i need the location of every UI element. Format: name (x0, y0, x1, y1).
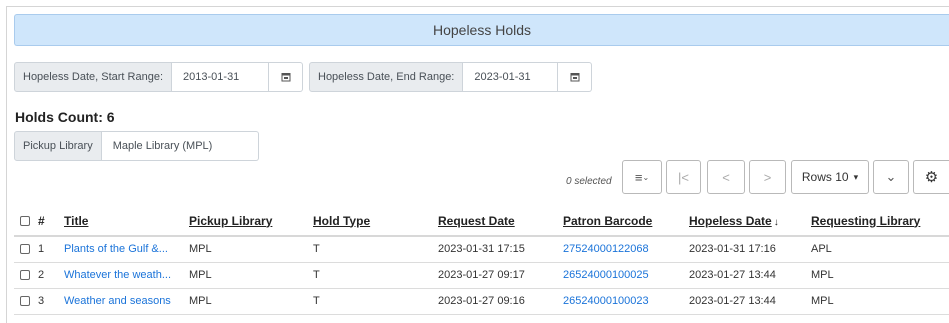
sort-list-icon: ≡ (634, 169, 643, 185)
column-header-title[interactable]: Title (60, 206, 185, 237)
title-text: Weather and seasons (64, 295, 171, 308)
selected-count: 0 selected (566, 176, 612, 187)
row-checkbox[interactable] (14, 236, 34, 263)
table-row: 2 Whatever the weath... MPL T 2023-01-27… (14, 262, 949, 289)
title-link[interactable]: Weather and seasons (60, 288, 185, 315)
request-date-cell: 2023-01-27 09:16 (434, 288, 559, 315)
pickup-library-filter: Pickup Library Maple Library (MPL) (14, 131, 259, 161)
row-number: 2 (34, 262, 60, 289)
start-date-label: Hopeless Date, Start Range: (14, 62, 173, 92)
requesting-library-cell: MPL (807, 288, 949, 315)
sort-descending-icon: ↓ (773, 216, 779, 228)
column-header-number: # (34, 206, 60, 237)
page-banner: Hopeless Holds (14, 14, 949, 46)
end-date-filter: Hopeless Date, End Range: 2023-01-31 (309, 62, 593, 92)
pickup-library-cell: MPL (185, 236, 309, 263)
rows-per-page-label: Rows 10 (801, 170, 849, 184)
row-number: 3 (34, 288, 60, 315)
column-header-hopeless-date[interactable]: Hopeless Date ↓ (685, 206, 807, 237)
patron-barcode-link[interactable]: 26524000100025 (559, 262, 685, 289)
hopeless-date-header-label: Hopeless Date (689, 213, 772, 228)
column-header-patron-barcode[interactable]: Patron Barcode (559, 206, 685, 237)
calendar-icon (570, 73, 580, 82)
title-text: Plants of the Gulf &... (64, 243, 168, 256)
requesting-library-cell: MPL (807, 262, 949, 289)
settings-button[interactable]: ⚙ (913, 160, 949, 194)
expand-button[interactable]: ⌄ (873, 160, 909, 194)
hold-type-cell: T (309, 236, 434, 263)
hopeless-date-cell: 2023-01-27 13:44 (685, 288, 807, 315)
table-row: 3 Weather and seasons MPL T 2023-01-27 0… (14, 288, 949, 315)
row-number: 1 (34, 236, 60, 263)
start-date-filter: Hopeless Date, Start Range: 2013-01-31 (14, 62, 304, 92)
patron-barcode-link[interactable]: 27524000122068 (559, 236, 685, 263)
first-page-icon: |< (678, 169, 689, 185)
holds-table: # Title Pickup Library Hold Type Request… (14, 206, 949, 315)
chevron-down-icon: ⌄ (885, 169, 897, 184)
request-date-cell: 2023-01-31 17:15 (434, 236, 559, 263)
end-date-label: Hopeless Date, End Range: (309, 62, 464, 92)
next-page-button[interactable]: > (749, 160, 786, 194)
calendar-icon (281, 73, 291, 82)
patron-barcode-link[interactable]: 26524000100023 (559, 288, 685, 315)
pickup-library-cell: MPL (185, 262, 309, 289)
sort-toggle-button[interactable]: ≡ ⌄ (622, 160, 662, 194)
chevron-left-icon: < (722, 169, 730, 185)
title-link[interactable]: Plants of the Gulf &... (60, 236, 185, 263)
row-checkbox[interactable] (14, 262, 34, 289)
caret-down-icon: ▾ (853, 171, 859, 182)
end-date-input[interactable]: 2023-01-31 (463, 62, 559, 92)
end-date-calendar-button[interactable] (558, 62, 593, 92)
table-row: 1 Plants of the Gulf &... MPL T 2023-01-… (14, 236, 949, 263)
title-link[interactable]: Whatever the weath... (60, 262, 185, 289)
previous-page-button[interactable]: < (707, 160, 745, 194)
pickup-library-cell: MPL (185, 288, 309, 315)
gear-icon: ⚙ (924, 169, 939, 186)
hold-type-cell: T (309, 262, 434, 289)
row-checkbox[interactable] (14, 288, 34, 315)
pickup-library-label: Pickup Library (14, 131, 102, 161)
title-text: Whatever the weath... (64, 269, 171, 282)
select-all-checkbox[interactable] (14, 206, 34, 237)
hopeless-date-cell: 2023-01-27 13:44 (685, 262, 807, 289)
rows-per-page-select[interactable]: Rows 10 ▾ (791, 160, 869, 194)
holds-count: Holds Count: 6 (15, 109, 115, 125)
table-header-row: # Title Pickup Library Hold Type Request… (14, 206, 949, 237)
hold-type-cell: T (309, 288, 434, 315)
start-date-input[interactable]: 2013-01-31 (172, 62, 270, 92)
requesting-library-cell: APL (807, 236, 949, 263)
column-header-requesting-library[interactable]: Requesting Library (807, 206, 949, 237)
request-date-cell: 2023-01-27 09:17 (434, 262, 559, 289)
pickup-library-select[interactable]: Maple Library (MPL) (101, 131, 259, 161)
column-header-pickup-library[interactable]: Pickup Library (185, 206, 309, 237)
column-header-request-date[interactable]: Request Date (434, 206, 559, 237)
column-header-hold-type[interactable]: Hold Type (309, 206, 434, 237)
page-title: Hopeless Holds (432, 22, 532, 38)
hopeless-date-cell: 2023-01-31 17:16 (685, 236, 807, 263)
start-date-calendar-button[interactable] (269, 62, 304, 92)
chevron-right-icon: > (763, 169, 772, 185)
first-page-button[interactable]: |< (666, 160, 701, 194)
